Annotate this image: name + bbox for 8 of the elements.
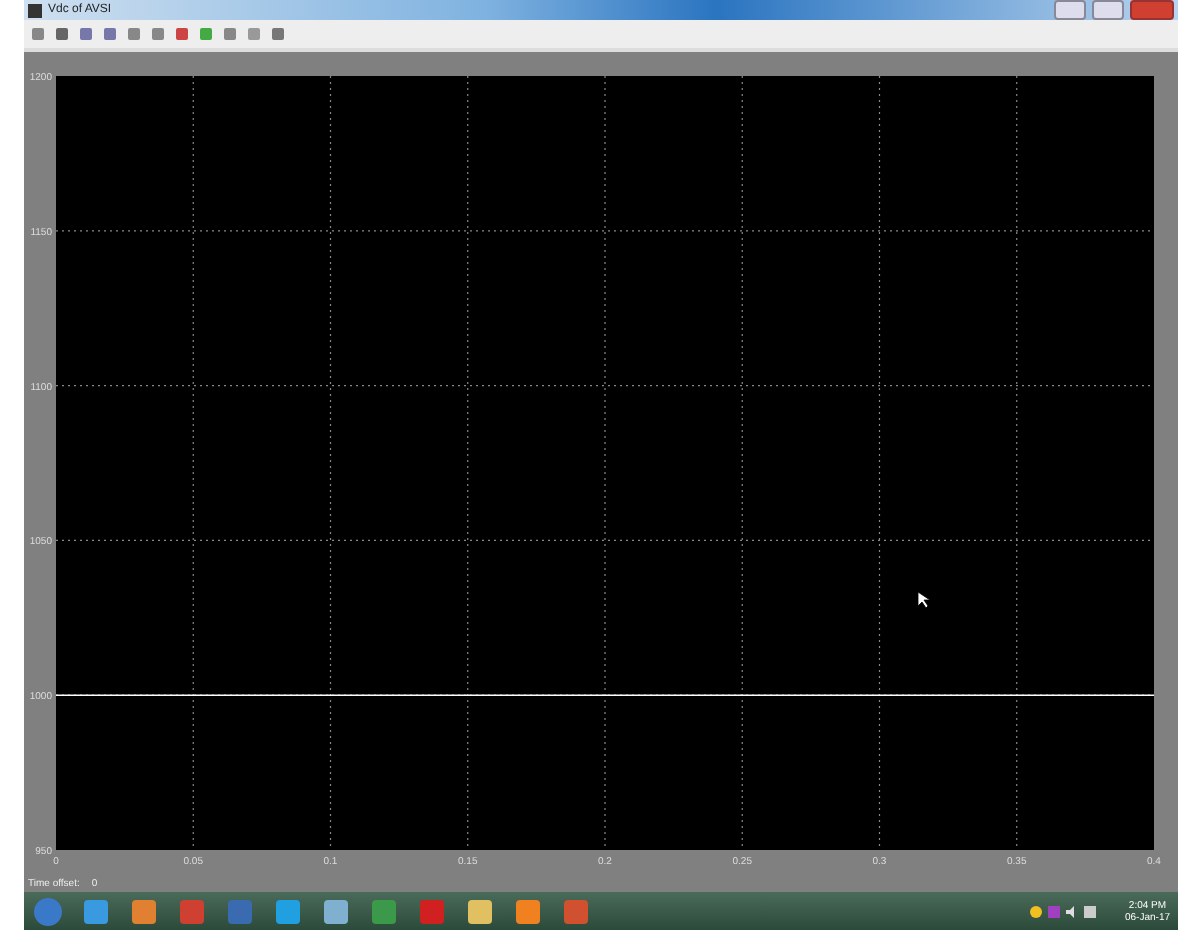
close-button[interactable]	[1130, 0, 1174, 20]
speaker-icon[interactable]	[1066, 905, 1079, 917]
minimize-button[interactable]	[1054, 0, 1086, 20]
start-icon[interactable]	[32, 895, 64, 927]
pointer-icon	[917, 591, 931, 609]
maximize-button[interactable]	[1092, 0, 1124, 20]
app-icon	[28, 3, 42, 17]
status-dot-icon[interactable]	[1030, 905, 1043, 917]
